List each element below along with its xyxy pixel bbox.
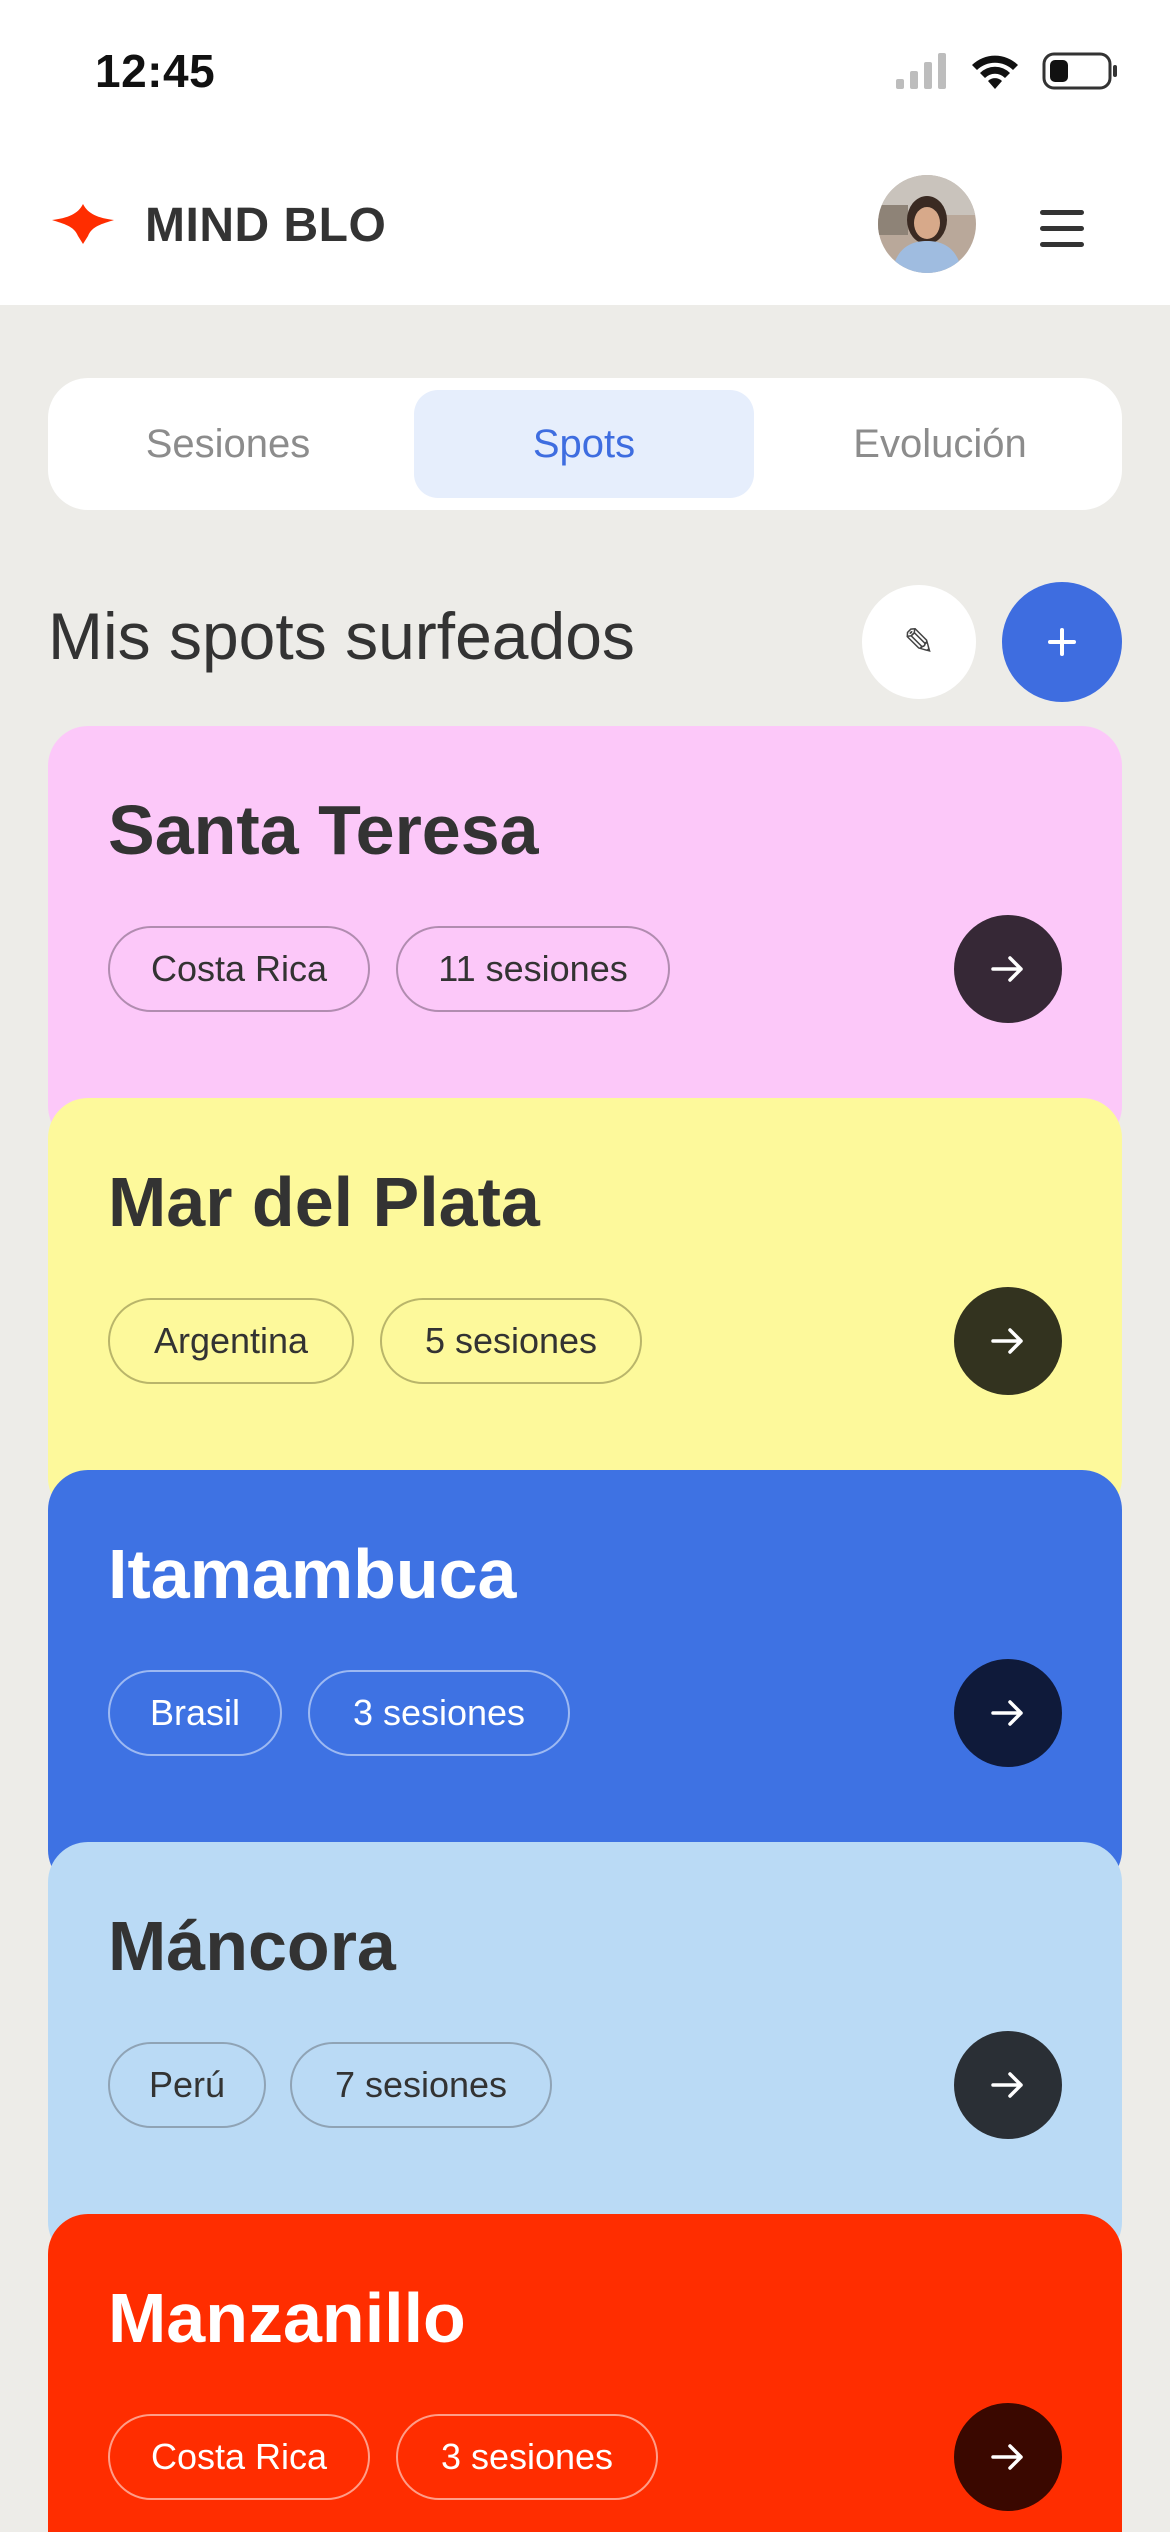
spot-card-itamambuca[interactable]: Itamambuca Brasil 3 sesiones [48,1470,1122,1890]
cellular-signal-icon [896,53,946,89]
sessions-chip: 5 sesiones [380,1298,642,1384]
plus-icon [1048,628,1076,656]
app-header: MIND BLO [0,150,1170,305]
user-avatar[interactable] [878,175,976,273]
country-chip: Argentina [108,1298,354,1384]
spot-card-mar-del-plata[interactable]: Mar del Plata Argentina 5 sesiones [48,1098,1122,1518]
manta-ray-logo-icon [52,204,114,244]
spot-card-manzanillo[interactable]: Manzanillo Costa Rica 3 sesiones [48,2214,1122,2532]
edit-button[interactable]: ✎ [862,585,976,699]
brand-name: MIND BLO [145,199,387,252]
arrow-right-icon [991,1328,1023,1354]
country-chip: Costa Rica [108,2414,370,2500]
country-chip: Costa Rica [108,926,370,1012]
section-title: Mis spots surfeados [48,599,635,673]
spot-card-santa-teresa[interactable]: Santa Teresa Costa Rica 11 sesiones [48,726,1122,1146]
tab-sesiones[interactable]: Sesiones [58,390,398,498]
spot-name: Santa Teresa [108,791,539,869]
spot-name: Máncora [108,1907,396,1985]
battery-icon [1042,52,1117,90]
spot-name: Itamambuca [108,1535,517,1613]
wifi-icon [972,55,1018,89]
avatar-photo [878,175,976,273]
arrow-right-icon [991,2072,1023,2098]
sessions-chip: 7 sesiones [290,2042,552,2128]
hamburger-menu-icon[interactable] [1040,208,1090,248]
country-chip: Brasil [108,1670,282,1756]
arrow-right-icon [991,1700,1023,1726]
open-spot-button[interactable] [954,915,1062,1023]
tab-evolucion[interactable]: Evolución [770,390,1110,498]
open-spot-button[interactable] [954,2031,1062,2139]
open-spot-button[interactable] [954,1659,1062,1767]
status-bar: 12:45 [0,0,1170,150]
sessions-chip: 3 sesiones [396,2414,658,2500]
country-chip: Perú [108,2042,266,2128]
status-time: 12:45 [95,45,216,97]
open-spot-button[interactable] [954,1287,1062,1395]
status-icons [896,52,1118,90]
pencil-icon: ✎ [903,621,935,664]
sessions-chip: 3 sesiones [308,1670,570,1756]
segmented-tabs: Sesiones Spots Evolución [48,378,1122,510]
arrow-right-icon [991,2444,1023,2470]
spot-card-mancora[interactable]: Máncora Perú 7 sesiones [48,1842,1122,2262]
spot-name: Manzanillo [108,2279,466,2357]
open-spot-button[interactable] [954,2403,1062,2511]
add-spot-button[interactable] [1002,582,1122,702]
arrow-right-icon [991,956,1023,982]
spot-name: Mar del Plata [108,1163,540,1241]
tab-spots[interactable]: Spots [414,390,754,498]
sessions-chip: 11 sesiones [396,926,670,1012]
